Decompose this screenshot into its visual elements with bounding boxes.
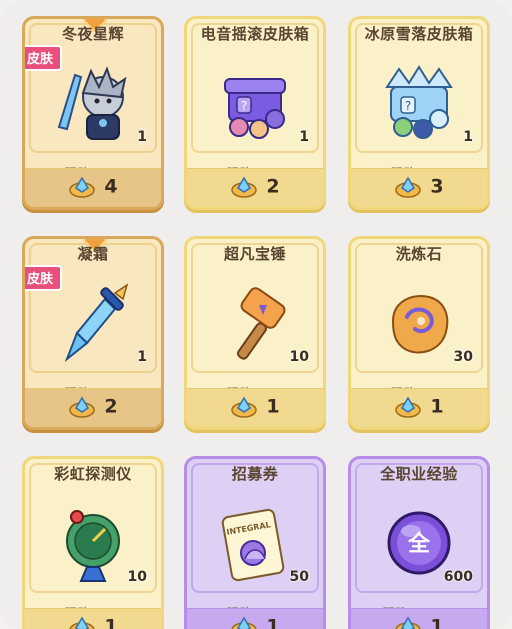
price: 2: [187, 175, 323, 198]
item-name: 洗炼石: [395, 245, 443, 263]
rainbow-detector-icon: [47, 497, 139, 589]
item-name: 冬夜星辉: [61, 25, 124, 43]
shop-item-card[interactable]: 电音摇滚皮肤箱 ? 1 限购(5/5) 2: [184, 16, 326, 210]
shop-item-card[interactable]: 凝霜 皮肤 1 限购(3/5) 2: [22, 236, 164, 430]
price-bar[interactable]: 2: [25, 388, 161, 427]
item-name: 冰原雪落皮肤箱: [364, 25, 474, 43]
gem-shell-icon: [68, 396, 96, 418]
refining-stone-icon: [373, 277, 465, 369]
price: 1: [187, 395, 323, 418]
price-bar[interactable]: 1: [351, 608, 487, 629]
price-value: 3: [430, 175, 444, 198]
price-bar[interactable]: 4: [25, 168, 161, 207]
item-name: 招募券: [231, 465, 279, 483]
price: 1: [25, 615, 161, 629]
item-quantity: 10: [289, 349, 309, 365]
orb-text: 全: [407, 531, 431, 557]
winter-star-hero-icon: [47, 57, 139, 149]
hammer-icon: [209, 277, 301, 369]
shop-item-card[interactable]: 洗炼石 30 限购(5/5) 1: [348, 236, 490, 430]
price: 1: [351, 395, 487, 418]
item-quantity: 50: [289, 569, 309, 585]
price-value: 1: [430, 615, 444, 629]
gem-shell-icon: [230, 616, 258, 629]
item-quantity: 1: [463, 129, 473, 145]
price: 2: [25, 395, 161, 418]
price-bar[interactable]: 1: [351, 388, 487, 427]
item-name: 全职业经验: [380, 465, 458, 483]
item-quantity: 30: [453, 349, 473, 365]
recruit-ticket-icon: INTEGRAL: [209, 497, 301, 589]
gem-shell-icon: [230, 176, 258, 198]
price-value: 1: [430, 395, 444, 418]
price: 1: [187, 615, 323, 629]
item-name: 彩虹探测仪: [54, 465, 132, 483]
price-bar[interactable]: 3: [351, 168, 487, 207]
gem-shell-icon: [230, 396, 258, 418]
price-bar[interactable]: 1: [187, 388, 323, 427]
price-bar[interactable]: 1: [25, 608, 161, 629]
price: 3: [351, 175, 487, 198]
gem-shell-icon: [394, 396, 422, 418]
shop-grid: 冬夜星辉 皮肤 1 限购(5/5) 4: [0, 0, 512, 629]
price-bar[interactable]: 1: [187, 608, 323, 629]
shop-item-card[interactable]: 招募券 INTEGRAL 50 限购(5/5) 1: [184, 456, 326, 629]
shop-item-card[interactable]: 冬夜星辉 皮肤 1 限购(5/5) 4: [22, 16, 164, 210]
price-value: 4: [104, 175, 118, 198]
price: 4: [25, 175, 161, 198]
shop-item-card[interactable]: 超凡宝锤 10 限购(1/2) 1: [184, 236, 326, 430]
price-value: 2: [266, 175, 280, 198]
gem-shell-icon: [394, 616, 422, 629]
electro-rock-skin-chest-icon: ?: [209, 57, 301, 149]
gem-shell-icon: [394, 176, 422, 198]
frost-sword-icon: [47, 277, 139, 369]
item-name: 超凡宝锤: [223, 245, 286, 263]
shop-panel: 冬夜星辉 皮肤 1 限购(5/5) 4: [0, 0, 512, 629]
price-value: 1: [104, 615, 118, 629]
item-quantity: 1: [137, 349, 147, 365]
price-bar[interactable]: 2: [187, 168, 323, 207]
price-value: 1: [266, 395, 280, 418]
item-quantity: 1: [137, 129, 147, 145]
shop-item-card[interactable]: 冰原雪落皮肤箱 ? 1 限购(5/5) 3: [348, 16, 490, 210]
shop-item-card[interactable]: 彩虹探测仪 10 限购(5/5) 1: [22, 456, 164, 629]
svg-text:?: ?: [241, 99, 247, 113]
item-name: 凝霜: [77, 245, 109, 263]
gem-shell-icon: [68, 616, 96, 629]
price-value: 1: [266, 615, 280, 629]
price: 1: [351, 615, 487, 629]
item-quantity: 600: [443, 569, 473, 585]
price-value: 2: [104, 395, 118, 418]
item-quantity: 1: [299, 129, 309, 145]
ice-snow-skin-chest-icon: ?: [373, 57, 465, 149]
item-name: 电音摇滚皮肤箱: [200, 25, 310, 43]
item-quantity: 10: [127, 569, 147, 585]
shop-item-card[interactable]: 全职业经验 全 600 限购(10/10) 1: [348, 456, 490, 629]
svg-text:?: ?: [405, 99, 411, 113]
gem-shell-icon: [68, 176, 96, 198]
